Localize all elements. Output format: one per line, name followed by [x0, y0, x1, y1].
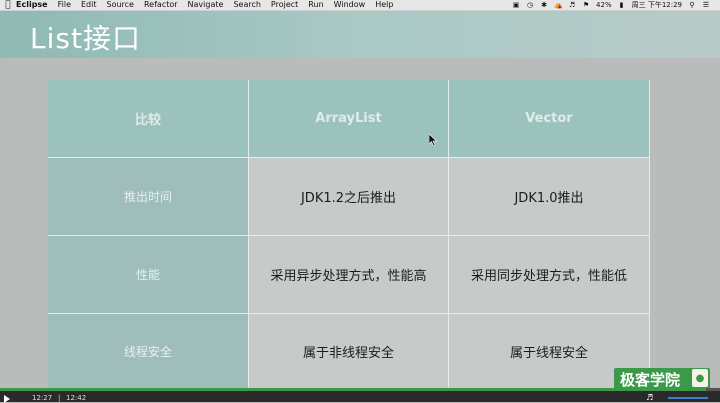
- menu-refactor[interactable]: Refactor: [144, 0, 178, 10]
- menu-project[interactable]: Project: [271, 0, 298, 10]
- cell-arraylist-thread-safety: 属于非线程安全: [249, 314, 449, 390]
- screen-record-icon[interactable]: ▣: [512, 0, 520, 10]
- slide-title: List接口: [30, 22, 141, 55]
- mouse-cursor-icon: [429, 134, 437, 146]
- table-header-vector: Vector: [449, 80, 650, 158]
- battery-icon: ▮: [619, 1, 624, 9]
- row-header-performance: 性能: [48, 236, 249, 314]
- menu-help[interactable]: Help: [375, 0, 393, 10]
- watermark-logo-icon: ●: [692, 369, 708, 387]
- current-time: 12:27: [32, 394, 53, 402]
- wifi-icon[interactable]: ⛺: [554, 0, 563, 10]
- comparison-table: 比较 ArrayList Vector 推出时间 JDK1.2之后推出 JDK1…: [48, 80, 650, 390]
- time-machine-icon[interactable]: ◷: [526, 0, 534, 10]
- cell-arraylist-release: JDK1.2之后推出: [249, 158, 449, 236]
- table-header-arraylist: ArrayList: [249, 80, 449, 158]
- menu-run[interactable]: Run: [308, 0, 323, 10]
- spotlight-search-icon[interactable]: ⚲: [688, 0, 696, 10]
- menu-search[interactable]: Search: [233, 0, 260, 10]
- menubar:  Eclipse File Edit Source Refactor Navi…: [0, 0, 720, 11]
- menu-edit[interactable]: Edit: [81, 0, 97, 10]
- menu-navigate[interactable]: Navigate: [188, 0, 224, 10]
- cell-arraylist-performance: 采用异步处理方式，性能高: [249, 236, 449, 314]
- table-header-compare: 比较: [48, 80, 249, 158]
- notification-center-icon[interactable]: ☰: [702, 0, 710, 10]
- menu-window[interactable]: Window: [334, 0, 366, 10]
- slide-title-band: List接口: [0, 11, 720, 58]
- volume-control-icon[interactable]: ♬: [646, 393, 653, 402]
- row-header-release: 推出时间: [48, 158, 249, 236]
- menu-file[interactable]: File: [58, 0, 71, 10]
- watermark-text: 极客学院: [620, 370, 681, 389]
- menu-app-name[interactable]: Eclipse: [16, 0, 48, 10]
- watermark-badge: 极客学院 ●: [614, 368, 710, 390]
- total-time: 12:42: [66, 394, 87, 402]
- cell-vector-release: JDK1.0推出: [449, 158, 650, 236]
- apple-icon[interactable]: : [0, 0, 16, 10]
- row-header-thread-safety: 线程安全: [48, 314, 249, 390]
- status-area: ▣ ◷ ✱ ⛺ ♬ ⚑ 42% ▮ 周三 下午12:29 ⚲ ☰: [512, 0, 720, 10]
- volume-icon[interactable]: ♬: [568, 0, 576, 10]
- time-separator: |: [58, 394, 61, 402]
- flag-icon[interactable]: ⚑: [582, 0, 590, 10]
- volume-slider[interactable]: [668, 397, 708, 399]
- battery-percent[interactable]: 42%: [596, 0, 612, 10]
- progress-fill: [0, 388, 706, 391]
- menu-source[interactable]: Source: [107, 0, 134, 10]
- video-player-bar: 12:27 | 12:42 ♬: [0, 388, 720, 403]
- cell-vector-performance: 采用同步处理方式，性能低: [449, 236, 650, 314]
- bluetooth-icon[interactable]: ✱: [540, 0, 548, 10]
- progress-track[interactable]: [0, 388, 720, 391]
- menubar-clock[interactable]: 周三 下午12:29: [632, 0, 682, 10]
